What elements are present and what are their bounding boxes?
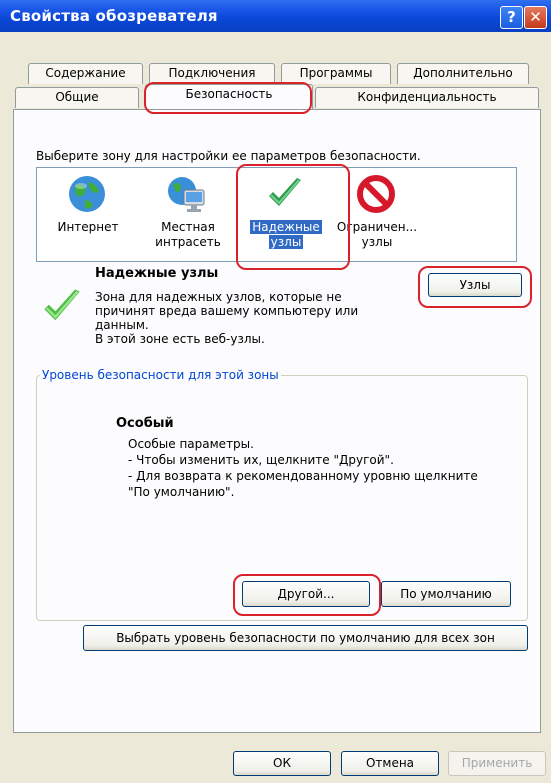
close-button[interactable]: ✕ [524,6,547,29]
zone-internet[interactable]: Интернет [45,168,131,258]
group-title: Уровень безопасности для этой зоны [40,368,281,382]
zone-label: Местная интрасеть [155,220,221,249]
intranet-icon [167,174,207,214]
restricted-icon [356,174,396,214]
tab-content[interactable]: Содержание [28,63,143,84]
highlight-custom-button [233,574,381,616]
level-description: Особые параметры. - Чтобы изменить их, щ… [128,437,478,499]
zone-prompt: Выберите зону для настройки ее параметро… [36,149,421,163]
zone-title: Надежные узлы [95,266,219,281]
window-title: Свойства обозревателя [10,7,218,25]
ok-button[interactable]: ОК [233,751,331,776]
tab-advanced[interactable]: Дополнительно [397,63,529,84]
cancel-button[interactable]: Отмена [341,751,439,776]
tab-connections[interactable]: Подключения [149,63,275,84]
tab-general[interactable]: Общие [15,87,139,108]
highlight-security-tab [144,82,312,114]
highlight-trusted-zone [236,164,350,270]
tab-programs[interactable]: Программы [281,63,391,84]
zone-intranet[interactable]: Местная интрасеть [145,168,231,258]
apply-button[interactable]: Применить [448,751,546,776]
default-level-button[interactable]: По умолчанию [381,581,511,607]
globe-icon [67,174,107,214]
reset-all-zones-button[interactable]: Выбрать уровень безопасности по умолчани… [83,625,528,651]
zone-description: Зона для надежных узлов, которые не прич… [95,290,359,346]
highlight-sites-button [418,266,532,308]
level-name: Особый [116,416,174,431]
checkmark-icon [40,285,84,329]
tab-privacy[interactable]: Конфиденциальность [315,87,539,108]
help-button[interactable]: ? [500,6,523,29]
zone-label: Интернет [57,220,119,234]
